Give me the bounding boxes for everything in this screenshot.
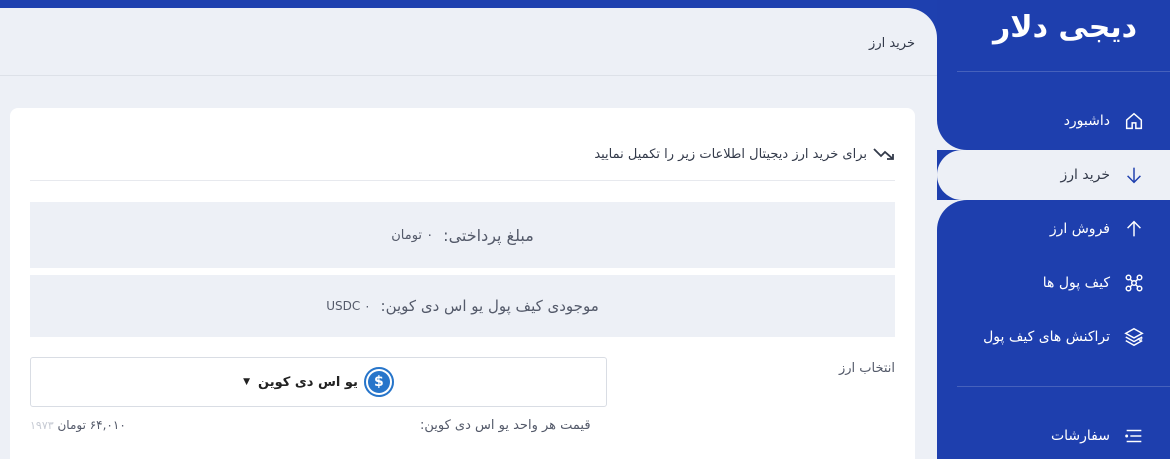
payment-amount-label: مبلغ پرداختی: [443, 225, 534, 245]
selected-currency: یو اس دی کوین [258, 374, 358, 390]
home-icon [1122, 109, 1146, 133]
arrow-down-icon [1122, 163, 1146, 187]
wallet-grid-icon [1122, 271, 1146, 295]
sidebar-divider [957, 386, 1170, 387]
chevron-down-icon[interactable]: ⌄ [1135, 330, 1145, 344]
list-icon [1122, 424, 1146, 448]
payment-amount-box: مبلغ پرداختی: ۰ تومان [30, 202, 895, 268]
sidebar-item-wallets[interactable]: کیف پول ها [937, 258, 1170, 308]
currency-select-label: انتخاب ارز [838, 361, 895, 376]
currency-select[interactable]: $ یو اس دی کوین ▼ [30, 357, 607, 407]
card-intro-text: برای خرید ارز دیجیتال اطلاعات زیر را تکم… [594, 146, 867, 162]
sidebar-item-dashboard[interactable]: داشبورد [937, 96, 1170, 146]
sidebar-item-sell[interactable]: فروش ارز [937, 204, 1170, 254]
sidebar-item-buy[interactable]: خرید ارز [937, 150, 1170, 200]
payment-amount-value: ۰ تومان [391, 227, 434, 243]
unit-price-faint: ۱۹۷۳ [30, 419, 54, 432]
main-content: خرید ارز برای خرید ارز دیجیتال اطلاعات ز… [0, 8, 937, 459]
unit-price-value: ۶۴,۰۱۰ تومان ۱۹۷۳ [30, 418, 126, 432]
sidebar-item-label: سفارشات [1050, 428, 1110, 444]
page-header: خرید ارز [0, 8, 937, 76]
wallet-balance-value: USDC ۰ [326, 299, 371, 313]
usdc-coin-icon: $ [363, 367, 394, 397]
sidebar: دیجی دلار داشبورد خرید ارز فروش ارز کیف … [937, 0, 1170, 459]
page-title: خرید ارز [869, 36, 915, 51]
sidebar-item-label: خرید ارز [1060, 167, 1111, 183]
unit-price-label: قیمت هر واحد یو اس دی کوین: [420, 418, 591, 433]
sidebar-item-label: فروش ارز [1049, 221, 1110, 237]
card-header: برای خرید ارز دیجیتال اطلاعات زیر را تکم… [30, 128, 895, 181]
logo: دیجی دلار [992, 10, 1138, 45]
sidebar-divider [957, 71, 1170, 72]
wallet-balance-box: موجودی کیف پول یو اس دی کوین: USDC ۰ [30, 275, 895, 337]
arrow-up-icon [1122, 217, 1146, 241]
sidebar-item-label: کیف پول ها [1042, 275, 1110, 291]
caret-down-icon: ▼ [243, 377, 251, 387]
sidebar-item-label: تراکنش های کیف پول [983, 329, 1110, 345]
sidebar-item-orders[interactable]: سفارشات [937, 411, 1170, 459]
unit-price-amount: ۶۴,۰۱۰ تومان [57, 418, 126, 432]
sidebar-item-wallet-transactions[interactable]: تراکنش های کیف پول ⌄ [937, 312, 1170, 362]
buy-form-card: برای خرید ارز دیجیتال اطلاعات زیر را تکم… [10, 108, 915, 459]
sidebar-item-label: داشبورد [1063, 113, 1110, 129]
trend-down-icon [873, 143, 895, 165]
wallet-balance-label: موجودی کیف پول یو اس دی کوین: [380, 297, 599, 315]
